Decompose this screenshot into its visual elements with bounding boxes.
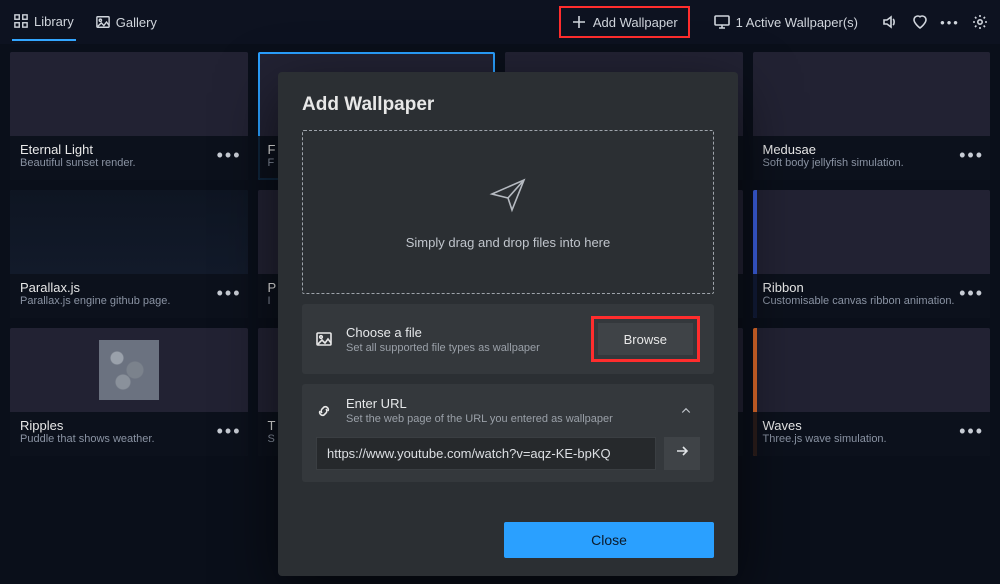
- close-button[interactable]: Close: [504, 522, 714, 558]
- card-subtitle: Parallax.js engine github page.: [20, 295, 238, 307]
- enter-url-panel: Enter URL Set the web page of the URL yo…: [302, 384, 714, 482]
- card-more-icon[interactable]: •••: [959, 283, 984, 304]
- nav-library[interactable]: Library: [12, 4, 76, 41]
- image-file-icon: [316, 331, 332, 347]
- gear-icon[interactable]: [972, 14, 988, 30]
- card-more-icon[interactable]: •••: [959, 421, 984, 442]
- active-wallpapers-button[interactable]: 1 Active Wallpaper(s): [704, 8, 868, 36]
- url-input[interactable]: [316, 437, 656, 470]
- card-title: Eternal Light: [20, 142, 238, 157]
- nav-gallery-label: Gallery: [116, 15, 157, 30]
- wallpaper-card[interactable]: Eternal Light Beautiful sunset render. •…: [10, 52, 248, 180]
- url-submit-button[interactable]: [664, 437, 700, 470]
- dropzone[interactable]: Simply drag and drop files into here: [302, 130, 714, 294]
- heart-icon[interactable]: [912, 14, 928, 30]
- thumbnail: [753, 52, 991, 136]
- volume-icon[interactable]: [882, 14, 898, 30]
- monitor-icon: [714, 14, 730, 30]
- card-more-icon[interactable]: •••: [217, 145, 242, 166]
- grid-icon: [14, 14, 28, 28]
- card-more-icon[interactable]: •••: [959, 145, 984, 166]
- add-wallpaper-button[interactable]: Add Wallpaper: [559, 6, 690, 38]
- choose-file-subtitle: Set all supported file types as wallpape…: [346, 342, 577, 354]
- chevron-up-icon[interactable]: [672, 397, 700, 425]
- wallpaper-card[interactable]: Medusae Soft body jellyfish simulation. …: [753, 52, 991, 180]
- link-icon: [316, 403, 332, 419]
- choose-file-title: Choose a file: [346, 325, 577, 340]
- card-title: Ripples: [20, 418, 238, 433]
- card-subtitle: Beautiful sunset render.: [20, 157, 238, 169]
- topbar: Library Gallery Add Wallpaper 1 Active W…: [0, 0, 1000, 44]
- choose-file-panel: Choose a file Set all supported file typ…: [302, 304, 714, 374]
- add-wallpaper-label: Add Wallpaper: [593, 15, 678, 30]
- wallpaper-card[interactable]: Ribbon Customisable canvas ribbon animat…: [753, 190, 991, 318]
- wallpaper-card[interactable]: Ripples Puddle that shows weather. •••: [10, 328, 248, 456]
- paper-plane-icon: [488, 174, 528, 217]
- dialog-title: Add Wallpaper: [302, 94, 714, 116]
- arrow-right-icon: [674, 443, 690, 464]
- card-title: Ribbon: [763, 280, 981, 295]
- card-subtitle: Soft body jellyfish simulation.: [763, 157, 981, 169]
- wallpaper-card[interactable]: Parallax.js Parallax.js engine github pa…: [10, 190, 248, 318]
- active-wallpapers-label: 1 Active Wallpaper(s): [736, 15, 858, 30]
- thumbnail: [753, 328, 991, 412]
- image-icon: [96, 15, 110, 29]
- card-more-icon[interactable]: •••: [217, 421, 242, 442]
- card-title: Waves: [763, 418, 981, 433]
- add-wallpaper-dialog: Add Wallpaper Simply drag and drop files…: [278, 72, 738, 576]
- thumbnail: [10, 52, 248, 136]
- card-more-icon[interactable]: •••: [217, 283, 242, 304]
- enter-url-title: Enter URL: [346, 396, 658, 411]
- thumbnail: [10, 190, 248, 274]
- thumbnail: [753, 190, 991, 274]
- card-title: Medusae: [763, 142, 981, 157]
- more-icon[interactable]: •••: [942, 14, 958, 30]
- enter-url-subtitle: Set the web page of the URL you entered …: [346, 413, 658, 425]
- nav-gallery[interactable]: Gallery: [94, 5, 159, 40]
- dropzone-hint: Simply drag and drop files into here: [406, 235, 611, 250]
- card-title: Parallax.js: [20, 280, 238, 295]
- browse-button[interactable]: Browse: [598, 323, 693, 355]
- nav-library-label: Library: [34, 14, 74, 29]
- plus-icon: [571, 14, 587, 30]
- wallpaper-card[interactable]: Waves Three.js wave simulation. •••: [753, 328, 991, 456]
- thumbnail: [10, 328, 248, 412]
- card-subtitle: Puddle that shows weather.: [20, 433, 238, 445]
- card-subtitle: Customisable canvas ribbon animation.: [763, 295, 981, 307]
- card-subtitle: Three.js wave simulation.: [763, 433, 981, 445]
